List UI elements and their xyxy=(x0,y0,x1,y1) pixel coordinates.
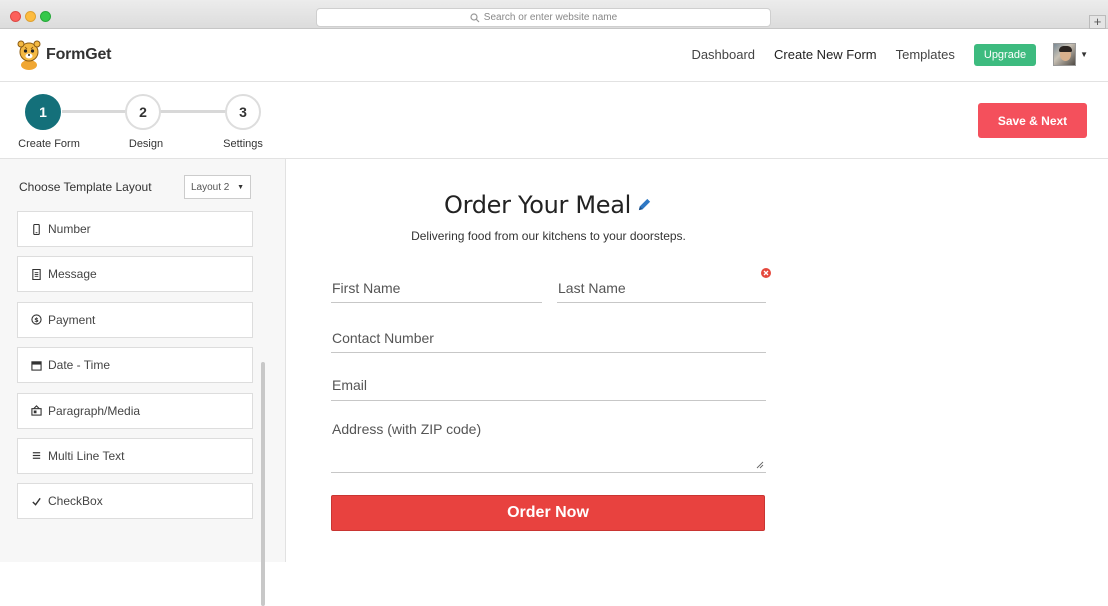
order-now-button[interactable]: Order Now xyxy=(331,495,765,531)
close-icon[interactable] xyxy=(761,268,771,278)
form-title[interactable]: Order Your Meal xyxy=(444,191,656,219)
check-icon xyxy=(30,495,42,507)
field-item-label: Payment xyxy=(48,312,96,327)
last-name-field[interactable] xyxy=(557,279,766,303)
zoom-window-button[interactable] xyxy=(40,11,51,22)
chevron-down-icon: ▼ xyxy=(237,183,244,191)
email-field[interactable] xyxy=(331,376,766,401)
step-1[interactable]: 1 xyxy=(25,94,61,130)
first-name-field[interactable] xyxy=(331,279,542,303)
document-icon xyxy=(30,268,42,280)
step-connector xyxy=(160,110,226,113)
field-item-label: CheckBox xyxy=(48,494,103,509)
step-2[interactable]: 2 xyxy=(125,94,161,130)
upgrade-button[interactable]: Upgrade xyxy=(973,43,1037,66)
field-item-paragraph-media[interactable]: Paragraph/Media xyxy=(17,392,253,429)
chevron-down-icon[interactable]: ▼ xyxy=(1080,50,1088,59)
nav-dashboard[interactable]: Dashboard xyxy=(691,47,755,62)
step-3-label: Settings xyxy=(223,138,263,150)
field-item-label: Date - Time xyxy=(48,358,111,373)
form-subtitle[interactable]: Delivering food from our kitchens to you… xyxy=(331,229,766,243)
lines-icon xyxy=(30,450,42,462)
resize-handle-icon[interactable] xyxy=(756,461,764,469)
field-item-multi-line-text[interactable]: Multi Line Text xyxy=(17,437,253,474)
close-window-button[interactable] xyxy=(10,11,21,22)
address-bar[interactable]: Search or enter website name xyxy=(316,8,771,27)
app-header: FormGet Dashboard Create New Form Templa… xyxy=(0,29,1108,82)
main-toolbar: Save & Next xyxy=(286,82,1108,159)
field-item-label: Multi Line Text xyxy=(48,448,125,463)
phone-icon xyxy=(30,223,42,235)
layout-chooser: Choose Template Layout Layout 2 ▼ xyxy=(19,175,251,199)
field-item-payment[interactable]: $ Payment xyxy=(17,301,253,338)
field-item-checkbox[interactable]: CheckBox xyxy=(17,483,253,520)
nav-create-new-form[interactable]: Create New Form xyxy=(774,47,877,62)
step-2-label: Design xyxy=(128,138,164,150)
minimize-window-button[interactable] xyxy=(25,11,36,22)
dollar-icon: $ xyxy=(30,314,42,326)
media-icon xyxy=(30,405,42,417)
layout-label: Choose Template Layout xyxy=(19,180,152,194)
sidebar-scrollbar[interactable] xyxy=(261,362,265,606)
step-1-label: Create Form xyxy=(18,138,80,150)
field-item-message[interactable]: Message xyxy=(17,256,253,293)
logo[interactable]: FormGet xyxy=(16,39,111,71)
address-field[interactable] xyxy=(331,421,766,473)
field-item-date-time[interactable]: Date - Time xyxy=(17,347,253,384)
step-3[interactable]: 3 xyxy=(225,94,261,130)
address-bar-placeholder: Search or enter website name xyxy=(483,12,618,23)
save-next-button[interactable]: Save & Next xyxy=(978,103,1087,138)
browser-chrome: Search or enter website name + xyxy=(0,0,1108,29)
field-item-label: Number xyxy=(48,222,91,236)
field-list: Number Message $ Payment Date - Time Par… xyxy=(17,211,253,529)
field-item-label: Paragraph/Media xyxy=(48,403,141,418)
layout-select[interactable]: Layout 2 ▼ xyxy=(184,175,251,199)
avatar[interactable] xyxy=(1053,43,1077,66)
nav-templates[interactable]: Templates xyxy=(896,47,955,62)
calendar-icon xyxy=(30,359,42,371)
step-connector xyxy=(62,110,126,113)
logo-text: FormGet xyxy=(46,46,112,63)
contact-number-field[interactable] xyxy=(331,329,766,353)
field-item-label: Message xyxy=(48,267,97,282)
new-tab-button[interactable]: + xyxy=(1089,15,1106,29)
layout-select-value: Layout 2 xyxy=(191,181,230,193)
search-icon xyxy=(470,12,480,22)
step-progress: 1 2 3 Create Form Design Settings xyxy=(0,82,286,159)
pencil-icon[interactable] xyxy=(637,197,652,212)
form-canvas: Order Your Meal Delivering food from our… xyxy=(286,159,1108,562)
svg-text:$: $ xyxy=(34,316,39,324)
left-panel: 1 2 3 Create Form Design Settings Choose… xyxy=(0,82,286,606)
top-nav: Dashboard Create New Form Templates Upgr… xyxy=(672,43,1088,66)
tiger-logo-icon xyxy=(17,40,41,70)
field-item-number[interactable]: Number xyxy=(17,211,253,247)
